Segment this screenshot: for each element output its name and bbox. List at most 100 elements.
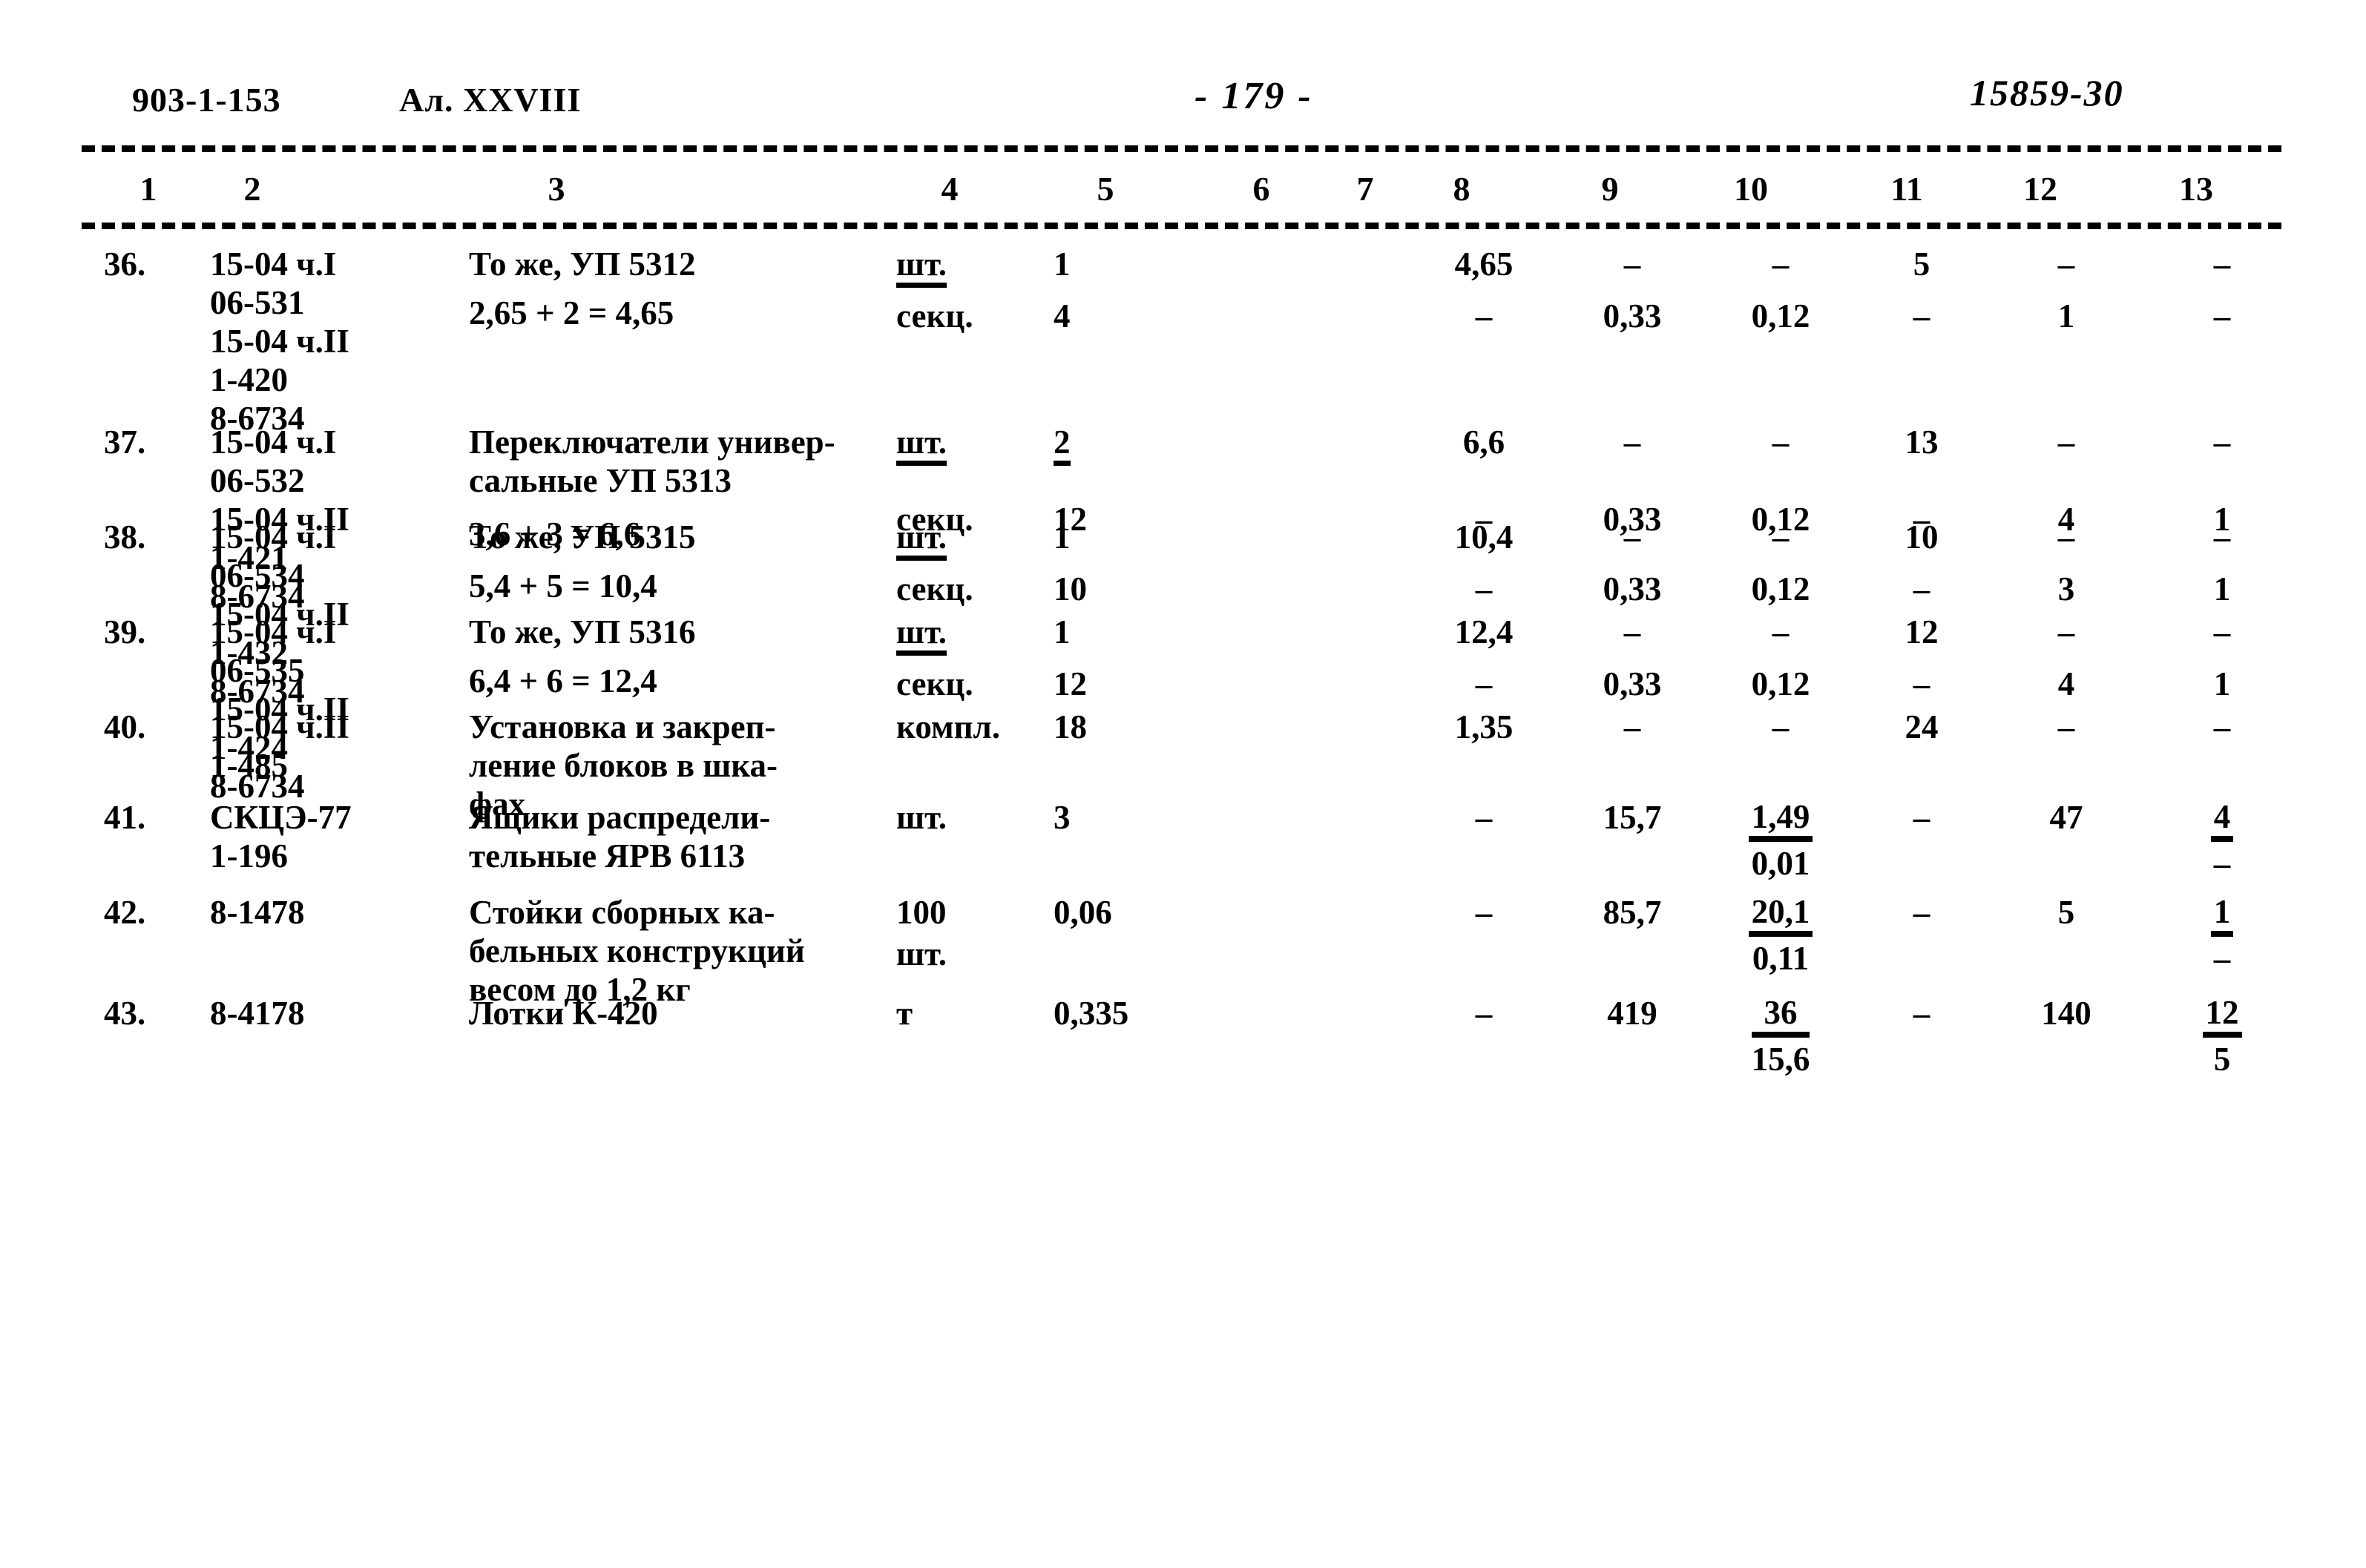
table-row: 38. 15-04 ч.I 06-534 15-04 ч.II 1-432 8-6734 Т… bbox=[0, 518, 2366, 710]
row-description-line: Стойки сборных ка- bbox=[469, 894, 775, 931]
row-value-col10-fraction: 1,49 0,01 bbox=[1706, 798, 1855, 883]
row-value-col13: 1 bbox=[2213, 570, 2231, 607]
row-value-col12: 1 bbox=[2057, 297, 2075, 335]
row-value-col13: – bbox=[2213, 297, 2231, 335]
row-item-number: 43. bbox=[104, 995, 146, 1032]
column-number-6: 6 bbox=[1252, 170, 1270, 208]
column-number-11: 11 bbox=[1890, 170, 1923, 208]
row-quantity: 1 bbox=[1054, 613, 1071, 650]
row-value-col10: 0,12 bbox=[1751, 570, 1810, 607]
row-code-list: СКЦЭ-77 1-196 bbox=[210, 799, 352, 874]
row-unit: шт. bbox=[896, 613, 1030, 656]
row-value-col13: – bbox=[2213, 424, 2231, 461]
page-header: 903-1-153 Ал. XXVIII - 179 - 15859-30 bbox=[0, 72, 2366, 132]
row-value-col9: 0,33 bbox=[1603, 297, 1662, 335]
row-unit: секц. bbox=[896, 570, 973, 607]
row-value-col9: 0,33 bbox=[1603, 570, 1662, 607]
row-quantity: 0,06 bbox=[1054, 894, 1112, 931]
row-value-col13-fraction: 4– bbox=[2152, 798, 2293, 883]
table-row: 39. 15-04 ч.I 06-535 15-04 ч.II 1-424 8-6734 Т… bbox=[0, 613, 2366, 805]
row-quantity: 3 bbox=[1054, 799, 1071, 836]
row-value-col8: – bbox=[1475, 570, 1493, 607]
row-quantity: 12 bbox=[1054, 665, 1087, 702]
table-row: 42. 8-1478 Стойки сборных ка-бельных конст… bbox=[0, 893, 2366, 1008]
row-value-col12: 140 bbox=[2041, 995, 2091, 1032]
row-value-col13: – bbox=[2213, 518, 2231, 556]
row-value-col11: – bbox=[1913, 799, 1930, 836]
row-value-col10: 0,12 bbox=[1751, 665, 1810, 702]
row-value-col11: 10 bbox=[1905, 518, 1939, 556]
row-description-line: То же, УП 5312 bbox=[469, 246, 696, 283]
row-value-col10-fraction: 36 15,6 bbox=[1751, 994, 1810, 1078]
sheet-code: 15859-30 bbox=[1970, 72, 2124, 113]
row-unit: шт. bbox=[896, 423, 1030, 466]
row-item-number: 36. bbox=[104, 246, 146, 283]
column-number-9: 9 bbox=[1601, 170, 1619, 208]
album-label: Ал. XXVIII bbox=[399, 81, 582, 119]
column-number-2: 2 bbox=[243, 170, 261, 208]
row-value-col8: 1,35 bbox=[1454, 708, 1514, 745]
row-value-col9: – bbox=[1623, 424, 1641, 461]
row-unit: шт. bbox=[896, 518, 1030, 561]
column-number-5: 5 bbox=[1097, 170, 1114, 208]
table-row: 40. 15-04 ч.II 1-485 Установка и закреп-лен… bbox=[0, 708, 2366, 823]
row-value-col9: 85,7 bbox=[1603, 894, 1662, 931]
row-value-col10: – bbox=[1772, 708, 1790, 745]
table-row: 43. 8-4178 Лотки К-420 т 0,335 – 419 36 15,6 – 140… bbox=[0, 994, 2366, 1105]
row-description-line: 5,4 + 5 = 10,4 bbox=[469, 567, 657, 605]
row-description-line: ление блоков в шка- bbox=[469, 747, 778, 784]
column-number-row: 1 2 3 4 5 6 7 8 9 10 11 12 13 bbox=[0, 169, 2366, 221]
row-value-col13: – bbox=[2213, 613, 2231, 650]
row-unit: шт. bbox=[896, 935, 947, 972]
row-value-col11: – bbox=[1913, 297, 1930, 335]
row-value-col8: – bbox=[1475, 995, 1493, 1032]
row-value-col12: 4 bbox=[2057, 665, 2075, 702]
row-description-line: Установка и закреп- bbox=[469, 708, 776, 745]
row-value-col13: 1 bbox=[2213, 665, 2231, 702]
row-value-col9: – bbox=[1623, 613, 1641, 650]
row-value-col9: – bbox=[1623, 246, 1641, 283]
row-quantity: 10 bbox=[1054, 570, 1087, 607]
row-value-col10: – bbox=[1772, 518, 1790, 556]
row-quantity: 0,335 bbox=[1054, 995, 1129, 1032]
document-page: 903-1-153 Ал. XXVIII - 179 - 15859-30 12… bbox=[0, 0, 2366, 1568]
column-number-4: 4 bbox=[941, 170, 959, 208]
table-header-rule bbox=[82, 223, 2281, 229]
row-unit: шт. bbox=[896, 245, 1030, 288]
row-unit: шт. bbox=[896, 799, 947, 836]
row-value-col11: – bbox=[1913, 894, 1930, 931]
row-value-col13-fraction: 1– bbox=[2152, 893, 2293, 978]
row-value-col9: 15,7 bbox=[1603, 799, 1662, 836]
row-value-col9: 419 bbox=[1607, 995, 1657, 1032]
column-number-10: 10 bbox=[1734, 170, 1768, 208]
row-item-number: 41. bbox=[104, 799, 146, 836]
row-description-line: Лотки К-420 bbox=[469, 995, 658, 1032]
row-quantity: 1 bbox=[1054, 518, 1071, 556]
row-quantity: 18 bbox=[1054, 708, 1087, 745]
row-code-list: 15-04 ч.II 1-485 bbox=[210, 708, 349, 784]
row-value-col8: – bbox=[1475, 665, 1493, 702]
row-value-col9: – bbox=[1623, 708, 1641, 745]
row-description-line: 6,4 + 6 = 12,4 bbox=[469, 662, 657, 699]
row-unit: 100 bbox=[896, 894, 947, 931]
row-quantity: 2 bbox=[1054, 423, 1202, 466]
row-value-col9: – bbox=[1623, 518, 1641, 556]
row-value-col11: 5 bbox=[1913, 246, 1930, 283]
column-number-8: 8 bbox=[1453, 170, 1470, 208]
row-value-col10: – bbox=[1772, 613, 1790, 650]
row-unit: т bbox=[896, 995, 913, 1032]
column-number-12: 12 bbox=[2023, 170, 2057, 208]
page-number: - 179 - bbox=[1194, 75, 1313, 117]
row-description-line: сальные УП 5313 bbox=[469, 462, 732, 499]
row-unit: секц. bbox=[896, 665, 973, 702]
row-value-col12: – bbox=[2057, 708, 2075, 745]
row-value-col11: 24 bbox=[1905, 708, 1939, 745]
row-value-col11: – bbox=[1913, 995, 1930, 1032]
row-unit: секц. bbox=[896, 297, 973, 335]
table-row: 41. СКЦЭ-77 1-196 Ящики распредели-тельные … bbox=[0, 798, 2366, 893]
row-value-col8: 6,6 bbox=[1462, 424, 1505, 461]
column-number-3: 3 bbox=[548, 170, 565, 208]
row-value-col13-fraction: 12 5 bbox=[2152, 994, 2293, 1078]
row-description-line: То же, УП 5315 bbox=[469, 518, 696, 556]
row-description-line: 2,65 + 2 = 4,65 bbox=[469, 294, 674, 332]
